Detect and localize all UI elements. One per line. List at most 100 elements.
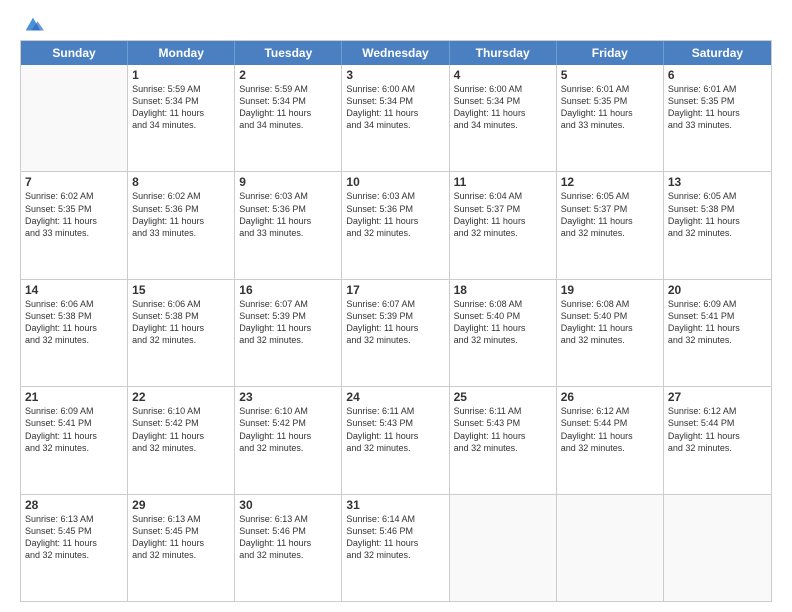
day-cell-10: 10Sunrise: 6:03 AM Sunset: 5:36 PM Dayli… — [342, 172, 449, 278]
calendar-header-row: SundayMondayTuesdayWednesdayThursdayFrid… — [21, 41, 771, 65]
day-info: Sunrise: 6:13 AM Sunset: 5:45 PM Dayligh… — [132, 513, 230, 562]
day-info: Sunrise: 6:13 AM Sunset: 5:45 PM Dayligh… — [25, 513, 123, 562]
day-number: 26 — [561, 390, 659, 404]
calendar-body: 1Sunrise: 5:59 AM Sunset: 5:34 PM Daylig… — [21, 65, 771, 601]
day-info: Sunrise: 6:03 AM Sunset: 5:36 PM Dayligh… — [346, 190, 444, 239]
header-cell-sunday: Sunday — [21, 41, 128, 65]
day-cell-11: 11Sunrise: 6:04 AM Sunset: 5:37 PM Dayli… — [450, 172, 557, 278]
day-cell-22: 22Sunrise: 6:10 AM Sunset: 5:42 PM Dayli… — [128, 387, 235, 493]
day-cell-18: 18Sunrise: 6:08 AM Sunset: 5:40 PM Dayli… — [450, 280, 557, 386]
day-info: Sunrise: 6:12 AM Sunset: 5:44 PM Dayligh… — [668, 405, 767, 454]
day-cell-14: 14Sunrise: 6:06 AM Sunset: 5:38 PM Dayli… — [21, 280, 128, 386]
day-cell-7: 7Sunrise: 6:02 AM Sunset: 5:35 PM Daylig… — [21, 172, 128, 278]
day-number: 25 — [454, 390, 552, 404]
day-info: Sunrise: 6:03 AM Sunset: 5:36 PM Dayligh… — [239, 190, 337, 239]
day-number: 20 — [668, 283, 767, 297]
header-cell-wednesday: Wednesday — [342, 41, 449, 65]
day-cell-31: 31Sunrise: 6:14 AM Sunset: 5:46 PM Dayli… — [342, 495, 449, 601]
day-info: Sunrise: 6:05 AM Sunset: 5:37 PM Dayligh… — [561, 190, 659, 239]
day-cell-2: 2Sunrise: 5:59 AM Sunset: 5:34 PM Daylig… — [235, 65, 342, 171]
calendar: SundayMondayTuesdayWednesdayThursdayFrid… — [20, 40, 772, 602]
day-info: Sunrise: 6:14 AM Sunset: 5:46 PM Dayligh… — [346, 513, 444, 562]
day-cell-5: 5Sunrise: 6:01 AM Sunset: 5:35 PM Daylig… — [557, 65, 664, 171]
day-cell-3: 3Sunrise: 6:00 AM Sunset: 5:34 PM Daylig… — [342, 65, 449, 171]
day-number: 1 — [132, 68, 230, 82]
day-number: 13 — [668, 175, 767, 189]
day-number: 8 — [132, 175, 230, 189]
day-cell-30: 30Sunrise: 6:13 AM Sunset: 5:46 PM Dayli… — [235, 495, 342, 601]
day-number: 2 — [239, 68, 337, 82]
day-cell-25: 25Sunrise: 6:11 AM Sunset: 5:43 PM Dayli… — [450, 387, 557, 493]
day-info: Sunrise: 6:08 AM Sunset: 5:40 PM Dayligh… — [561, 298, 659, 347]
day-cell-8: 8Sunrise: 6:02 AM Sunset: 5:36 PM Daylig… — [128, 172, 235, 278]
day-info: Sunrise: 6:01 AM Sunset: 5:35 PM Dayligh… — [668, 83, 767, 132]
day-info: Sunrise: 6:11 AM Sunset: 5:43 PM Dayligh… — [454, 405, 552, 454]
day-info: Sunrise: 6:07 AM Sunset: 5:39 PM Dayligh… — [239, 298, 337, 347]
empty-cell — [450, 495, 557, 601]
logo-icon — [22, 14, 44, 36]
day-cell-1: 1Sunrise: 5:59 AM Sunset: 5:34 PM Daylig… — [128, 65, 235, 171]
day-cell-6: 6Sunrise: 6:01 AM Sunset: 5:35 PM Daylig… — [664, 65, 771, 171]
day-number: 10 — [346, 175, 444, 189]
logo — [20, 18, 44, 30]
day-info: Sunrise: 6:08 AM Sunset: 5:40 PM Dayligh… — [454, 298, 552, 347]
day-cell-16: 16Sunrise: 6:07 AM Sunset: 5:39 PM Dayli… — [235, 280, 342, 386]
day-cell-29: 29Sunrise: 6:13 AM Sunset: 5:45 PM Dayli… — [128, 495, 235, 601]
header-cell-saturday: Saturday — [664, 41, 771, 65]
day-info: Sunrise: 6:07 AM Sunset: 5:39 PM Dayligh… — [346, 298, 444, 347]
day-number: 17 — [346, 283, 444, 297]
day-info: Sunrise: 6:09 AM Sunset: 5:41 PM Dayligh… — [25, 405, 123, 454]
day-number: 18 — [454, 283, 552, 297]
day-cell-12: 12Sunrise: 6:05 AM Sunset: 5:37 PM Dayli… — [557, 172, 664, 278]
day-cell-24: 24Sunrise: 6:11 AM Sunset: 5:43 PM Dayli… — [342, 387, 449, 493]
day-number: 19 — [561, 283, 659, 297]
day-cell-23: 23Sunrise: 6:10 AM Sunset: 5:42 PM Dayli… — [235, 387, 342, 493]
day-info: Sunrise: 6:02 AM Sunset: 5:36 PM Dayligh… — [132, 190, 230, 239]
day-number: 11 — [454, 175, 552, 189]
day-number: 28 — [25, 498, 123, 512]
day-info: Sunrise: 6:06 AM Sunset: 5:38 PM Dayligh… — [132, 298, 230, 347]
day-info: Sunrise: 6:06 AM Sunset: 5:38 PM Dayligh… — [25, 298, 123, 347]
day-number: 31 — [346, 498, 444, 512]
day-info: Sunrise: 6:02 AM Sunset: 5:35 PM Dayligh… — [25, 190, 123, 239]
day-number: 12 — [561, 175, 659, 189]
day-info: Sunrise: 6:09 AM Sunset: 5:41 PM Dayligh… — [668, 298, 767, 347]
day-number: 29 — [132, 498, 230, 512]
calendar-row-5: 28Sunrise: 6:13 AM Sunset: 5:45 PM Dayli… — [21, 495, 771, 601]
day-cell-21: 21Sunrise: 6:09 AM Sunset: 5:41 PM Dayli… — [21, 387, 128, 493]
header — [20, 18, 772, 30]
day-cell-13: 13Sunrise: 6:05 AM Sunset: 5:38 PM Dayli… — [664, 172, 771, 278]
day-cell-27: 27Sunrise: 6:12 AM Sunset: 5:44 PM Dayli… — [664, 387, 771, 493]
day-info: Sunrise: 6:13 AM Sunset: 5:46 PM Dayligh… — [239, 513, 337, 562]
day-info: Sunrise: 6:10 AM Sunset: 5:42 PM Dayligh… — [132, 405, 230, 454]
day-number: 30 — [239, 498, 337, 512]
day-cell-17: 17Sunrise: 6:07 AM Sunset: 5:39 PM Dayli… — [342, 280, 449, 386]
header-cell-friday: Friday — [557, 41, 664, 65]
calendar-page: SundayMondayTuesdayWednesdayThursdayFrid… — [0, 0, 792, 612]
day-cell-4: 4Sunrise: 6:00 AM Sunset: 5:34 PM Daylig… — [450, 65, 557, 171]
day-cell-15: 15Sunrise: 6:06 AM Sunset: 5:38 PM Dayli… — [128, 280, 235, 386]
empty-cell — [21, 65, 128, 171]
empty-cell — [557, 495, 664, 601]
day-info: Sunrise: 6:00 AM Sunset: 5:34 PM Dayligh… — [454, 83, 552, 132]
day-info: Sunrise: 5:59 AM Sunset: 5:34 PM Dayligh… — [132, 83, 230, 132]
calendar-row-3: 14Sunrise: 6:06 AM Sunset: 5:38 PM Dayli… — [21, 280, 771, 387]
day-number: 6 — [668, 68, 767, 82]
day-number: 4 — [454, 68, 552, 82]
day-cell-19: 19Sunrise: 6:08 AM Sunset: 5:40 PM Dayli… — [557, 280, 664, 386]
day-number: 15 — [132, 283, 230, 297]
header-cell-thursday: Thursday — [450, 41, 557, 65]
day-number: 16 — [239, 283, 337, 297]
calendar-row-4: 21Sunrise: 6:09 AM Sunset: 5:41 PM Dayli… — [21, 387, 771, 494]
calendar-row-1: 1Sunrise: 5:59 AM Sunset: 5:34 PM Daylig… — [21, 65, 771, 172]
day-number: 9 — [239, 175, 337, 189]
day-number: 24 — [346, 390, 444, 404]
calendar-row-2: 7Sunrise: 6:02 AM Sunset: 5:35 PM Daylig… — [21, 172, 771, 279]
day-info: Sunrise: 6:11 AM Sunset: 5:43 PM Dayligh… — [346, 405, 444, 454]
day-cell-28: 28Sunrise: 6:13 AM Sunset: 5:45 PM Dayli… — [21, 495, 128, 601]
day-info: Sunrise: 6:00 AM Sunset: 5:34 PM Dayligh… — [346, 83, 444, 132]
day-number: 14 — [25, 283, 123, 297]
day-info: Sunrise: 6:12 AM Sunset: 5:44 PM Dayligh… — [561, 405, 659, 454]
day-number: 22 — [132, 390, 230, 404]
day-number: 5 — [561, 68, 659, 82]
